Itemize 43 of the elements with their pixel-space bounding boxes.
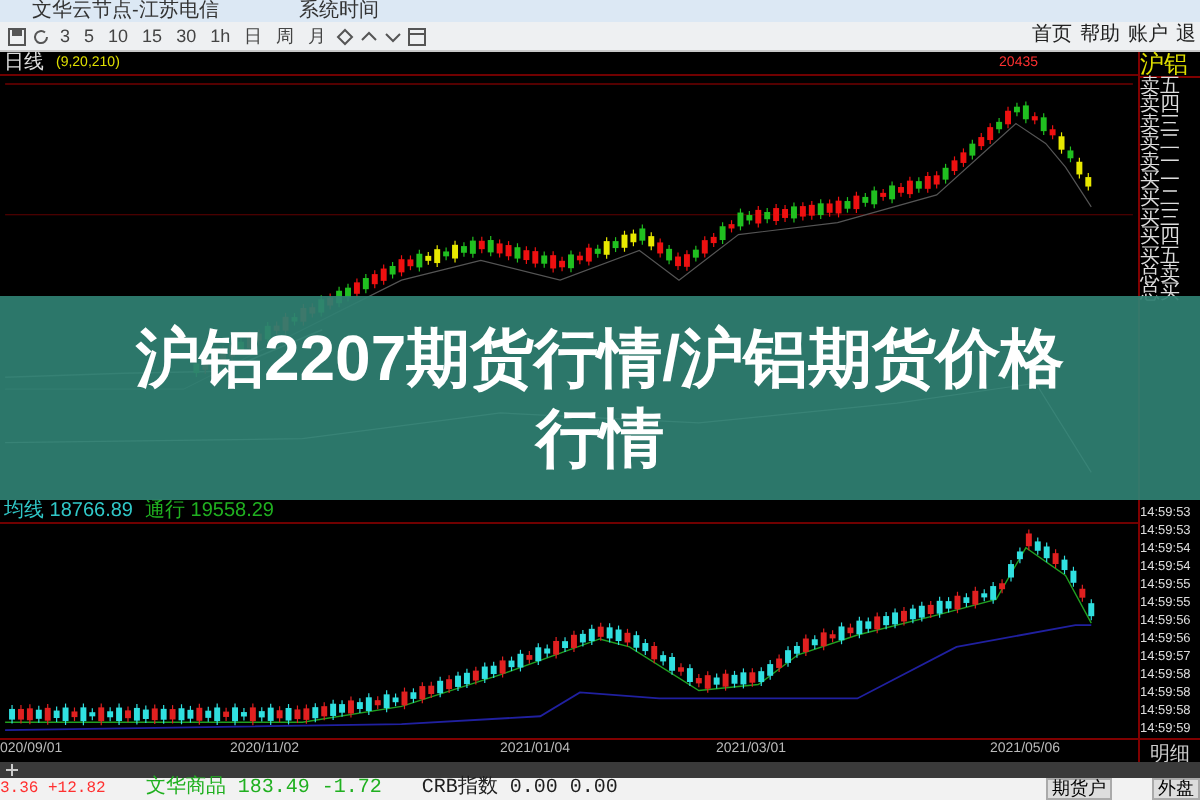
period-button[interactable]: 30 <box>172 24 201 48</box>
legend-label: 通行 19558.29 <box>145 500 274 523</box>
index-quote: CRB指数 0.00 0.00 <box>421 778 618 800</box>
header-link[interactable]: 退 <box>1176 24 1196 48</box>
diamond-icon[interactable] <box>336 27 355 45</box>
total-label: 总卖 <box>1140 265 1182 285</box>
period-button[interactable]: 10 <box>104 24 133 48</box>
quote-level-label: 卖二 <box>1140 134 1182 154</box>
period-button[interactable]: 周 <box>272 24 299 48</box>
period-button[interactable]: 5 <box>80 24 99 48</box>
chevron-down-icon[interactable] <box>384 27 403 45</box>
quote-level-label: 卖三 <box>1140 115 1182 135</box>
period-button[interactable]: 15 <box>138 24 167 48</box>
account-button[interactable]: 外盘 <box>1152 778 1200 800</box>
period-button[interactable]: 月 <box>304 24 331 48</box>
quote-level-label: 买一 <box>1140 171 1182 191</box>
period-button[interactable]: 1h <box>206 24 235 48</box>
quote-level-label: 买三 <box>1140 209 1182 229</box>
save-icon[interactable] <box>8 27 26 45</box>
plus-icon[interactable] <box>6 764 18 776</box>
refresh-icon[interactable] <box>32 27 50 45</box>
header-link[interactable]: 帮助 <box>1080 24 1120 48</box>
legend-label: 均线 18766.89 <box>4 500 133 523</box>
total-label: 总买 <box>1140 284 1182 304</box>
quote-level-label: 买五 <box>1140 247 1182 266</box>
account-button[interactable]: 期货户 <box>1046 778 1112 800</box>
detail-tab[interactable]: 明细 <box>1140 738 1200 762</box>
quote-level-label: 卖五 <box>1140 78 1182 97</box>
quote-level-label: 买二 <box>1140 190 1182 210</box>
panel-title: 沪铝 <box>1140 52 1200 78</box>
index-quote: 文华商品 183.49 -1.72 <box>145 778 382 800</box>
quote-level-label: 买四 <box>1140 228 1182 248</box>
quote-level-label: 卖一 <box>1140 153 1182 172</box>
index-quote: 3.36 +12.82 <box>0 778 106 800</box>
period-button[interactable]: 日 <box>240 24 267 48</box>
header-link[interactable]: 账户 <box>1128 24 1168 48</box>
banner-title: 沪铝2207期货行情/沪铝期货价格行情 <box>133 320 1067 478</box>
quote-level-label: 卖四 <box>1140 96 1182 116</box>
period-button[interactable]: 3 <box>56 24 75 48</box>
chevron-up-icon[interactable] <box>360 27 379 45</box>
period-label[interactable]: 日线 <box>4 52 44 74</box>
window-icon[interactable] <box>408 27 427 45</box>
header-link[interactable]: 首页 <box>1032 24 1072 48</box>
